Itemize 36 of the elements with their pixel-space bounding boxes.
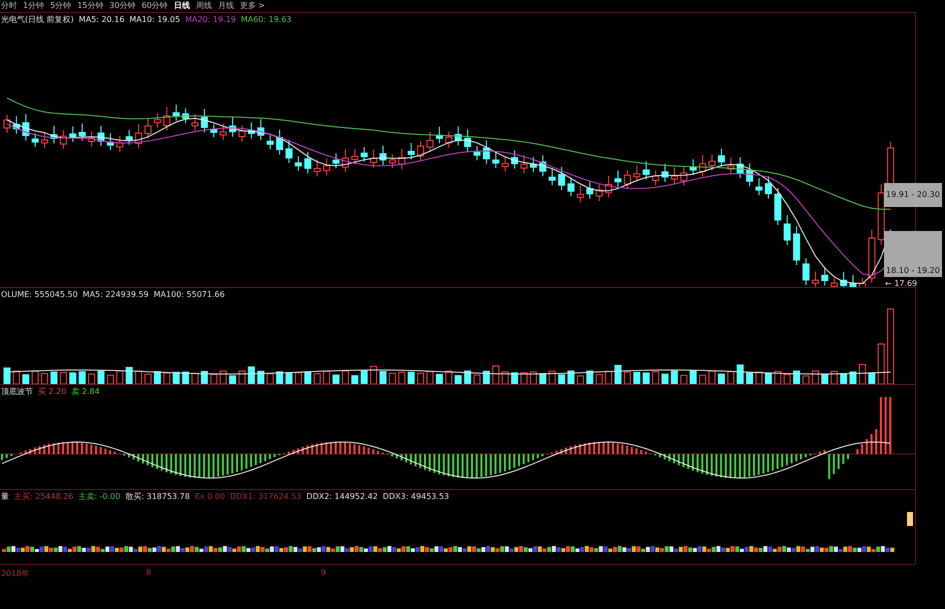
- indicator-reading: DDX3: 49453.53: [382, 492, 450, 500]
- chart-title: 量: [1, 490, 9, 502]
- indicator-reading: OLUME: 555045.50: [1, 290, 78, 298]
- date-axis-label: 2018年: [1, 568, 30, 579]
- period-tab[interactable]: 5分钟: [50, 1, 72, 11]
- indicator-reading: 散买: 318753.78: [125, 490, 190, 502]
- indicator-reading: MA10: 19.05: [129, 14, 180, 24]
- price-range-label: 18.10 - 19.20: [884, 231, 942, 277]
- indicator-reading: 卖 2.84: [71, 386, 100, 396]
- date-axis-label: 8: [146, 568, 152, 577]
- period-tab[interactable]: 更多 >: [240, 1, 265, 11]
- indicator-reading: MA100: 55071.66: [154, 290, 225, 298]
- indicator-reading: 主卖: -0.00: [78, 490, 120, 502]
- indicator-reading: MA5: 224939.59: [82, 290, 149, 298]
- indicator-reading: MA60: 19.63: [240, 14, 292, 24]
- period-tab[interactable]: 60分钟: [142, 1, 168, 11]
- period-tab[interactable]: 1分钟: [23, 1, 44, 11]
- price-range-label: 19.91 - 20.30: [884, 183, 942, 207]
- indicator-reading: DDX1: 317624.53: [230, 492, 302, 500]
- indicator-reading: MA5: 20.16: [78, 14, 124, 24]
- indicator-reading: 主买: 25448.26: [14, 490, 74, 502]
- chart-title: 光电气(日线 前复权): [1, 14, 74, 24]
- volume-marker: [907, 512, 913, 526]
- low-price-label: ← 17.69: [884, 279, 918, 289]
- date-axis-label: 9: [321, 568, 326, 577]
- period-tab[interactable]: 15分钟: [77, 1, 104, 11]
- period-tab[interactable]: 日线: [174, 1, 190, 11]
- indicator-reading: 买 2.20: [38, 386, 66, 396]
- period-tab[interactable]: 月线: [218, 1, 234, 11]
- chart-title: 顶底波节: [1, 386, 33, 396]
- period-tab[interactable]: 周线: [196, 1, 212, 11]
- indicator-reading: Ex 0.00: [194, 492, 226, 500]
- period-tab[interactable]: 分时: [1, 1, 17, 11]
- indicator-reading: MA20: 19.19: [185, 14, 236, 24]
- period-tab[interactable]: 30分钟: [109, 1, 136, 11]
- indicator-reading: DDX2: 144952.42: [306, 492, 378, 500]
